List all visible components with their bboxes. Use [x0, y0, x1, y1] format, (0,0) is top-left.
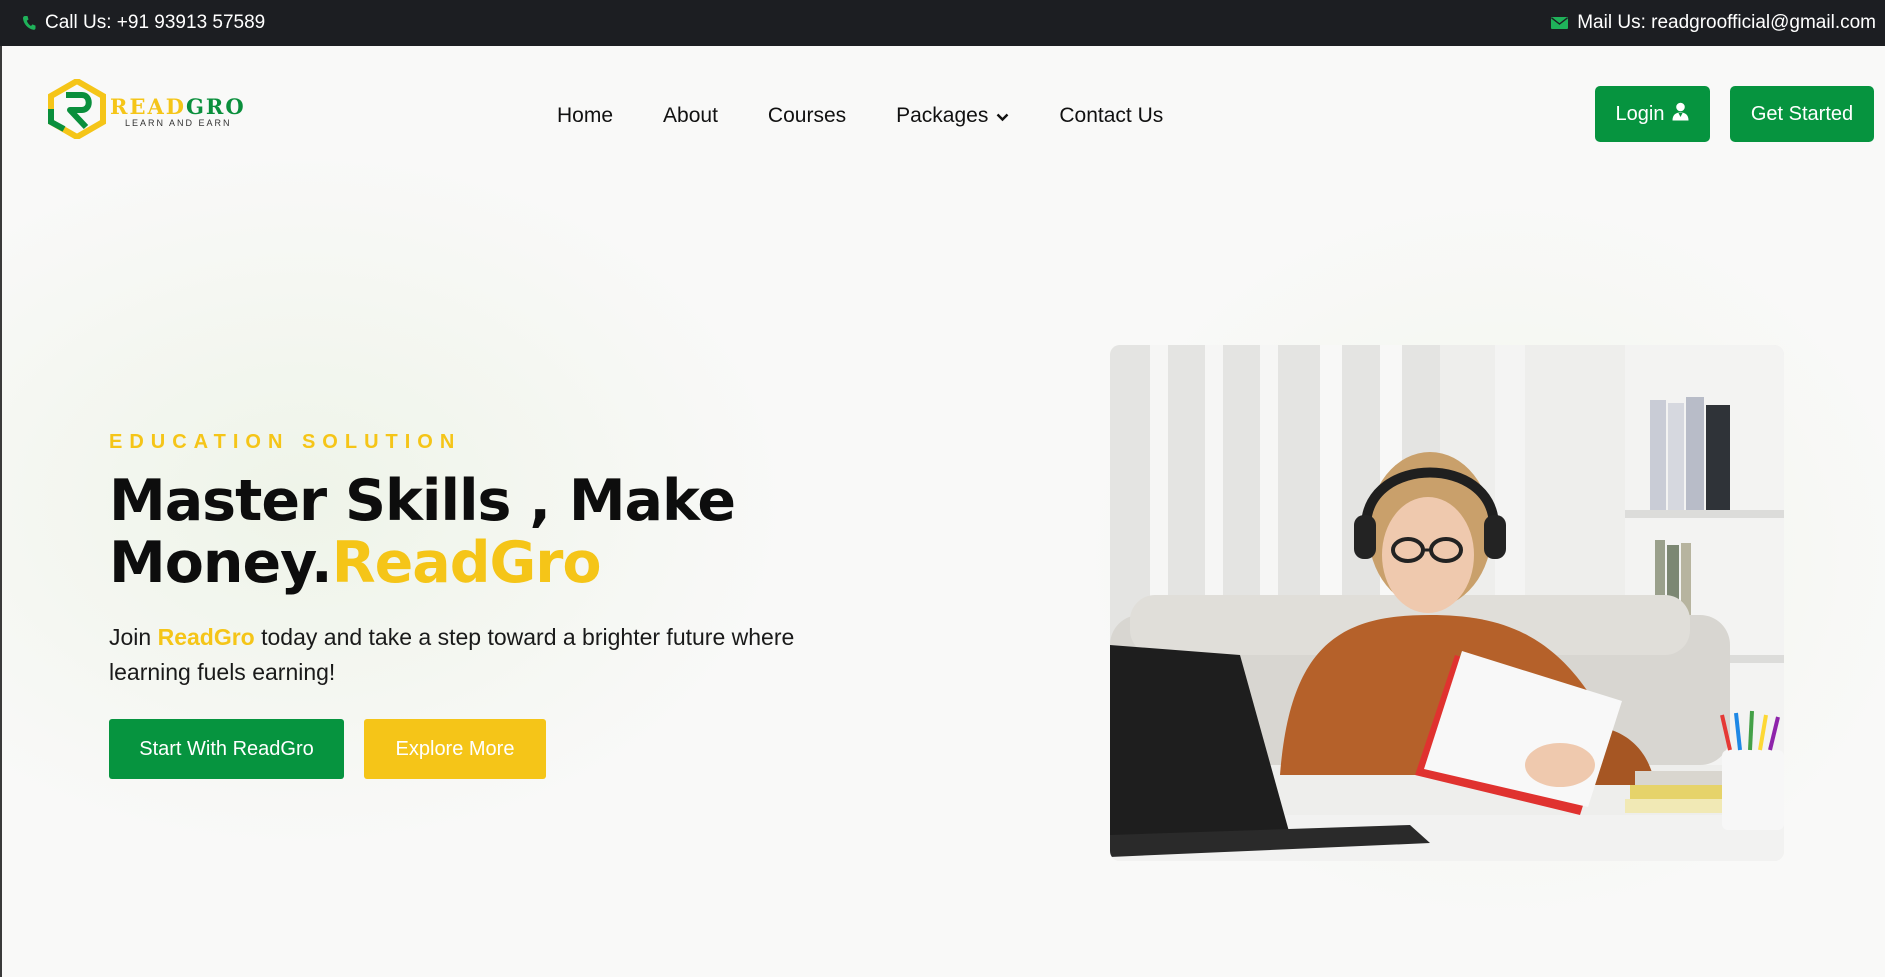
login-label: Login — [1615, 102, 1665, 125]
nav-item-about[interactable]: About — [663, 104, 718, 128]
hero-description: Join ReadGro today and take a step towar… — [109, 624, 795, 685]
top-contact-bar: Call Us: +91 93913 57589 Mail Us: readgr… — [0, 0, 1885, 46]
hero-photo-student-with-laptop — [1110, 345, 1784, 861]
brand-logo[interactable]: READGRO LEARN AND EARN — [48, 77, 246, 144]
mail-text: Mail Us: readgroofficial@gmail.com — [1577, 12, 1876, 33]
start-with-readgro-button[interactable]: Start With ReadGro — [109, 719, 344, 779]
envelope-icon — [1551, 17, 1569, 29]
user-icon — [1672, 102, 1689, 127]
main-nav: Home About Courses Packages Contact Us — [557, 104, 1213, 128]
chevron-down-icon — [996, 104, 1009, 128]
login-button[interactable]: Login — [1595, 86, 1710, 142]
nav-item-contact[interactable]: Contact Us — [1059, 104, 1163, 128]
nav-item-courses[interactable]: Courses — [768, 104, 846, 128]
explore-more-button[interactable]: Explore More — [364, 719, 546, 779]
get-started-button[interactable]: Get Started — [1730, 86, 1874, 142]
hero-eyebrow: EDUCATION SOLUTION — [109, 431, 462, 453]
window-edge — [0, 46, 2, 977]
phone-contact[interactable]: Call Us: +91 93913 57589 — [22, 12, 265, 34]
site-header: READGRO LEARN AND EARN Home About Course… — [0, 46, 1885, 182]
hero-title: Master Skills , Make Money.ReadGro — [109, 468, 736, 596]
phone-icon — [22, 15, 36, 31]
nav-item-home[interactable]: Home — [557, 104, 613, 128]
nav-item-packages[interactable]: Packages — [896, 104, 1009, 128]
phone-text: Call Us: +91 93913 57589 — [45, 12, 266, 33]
logo-tagline: LEARN AND EARN — [125, 117, 232, 128]
logo-mark-icon — [48, 77, 106, 144]
mail-contact[interactable]: Mail Us: readgroofficial@gmail.com — [1551, 12, 1876, 34]
logo-wordmark: READGRO — [110, 93, 246, 119]
